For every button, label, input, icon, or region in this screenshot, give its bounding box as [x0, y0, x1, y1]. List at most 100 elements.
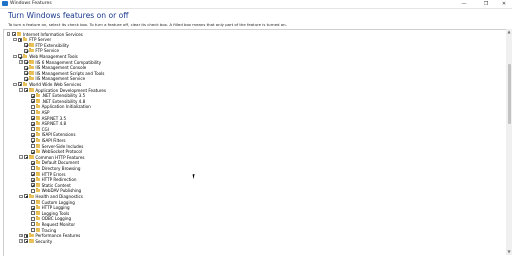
feature-checkbox[interactable]	[24, 233, 29, 238]
folder-icon	[35, 210, 40, 215]
page-title: Turn Windows features on or off	[8, 11, 129, 20]
feature-checkbox[interactable]	[24, 194, 29, 199]
features-tree: - Internet Information Services - FTP Serve…	[3, 29, 507, 256]
folder-icon	[35, 137, 40, 142]
feature-checkbox[interactable]	[24, 43, 29, 48]
folder-icon	[35, 182, 40, 187]
feature-checkbox[interactable]	[30, 110, 35, 115]
folder-icon	[29, 154, 34, 159]
folder-icon	[35, 227, 40, 232]
folder-icon	[35, 160, 40, 165]
feature-checkbox[interactable]	[30, 177, 35, 182]
folder-icon	[35, 132, 40, 137]
folder-icon	[35, 104, 40, 109]
collapse-icon[interactable]: -	[13, 37, 17, 42]
folder-icon	[23, 36, 28, 42]
feature-checkbox[interactable]	[30, 93, 35, 98]
feature-checkbox[interactable]	[24, 65, 29, 70]
folder-icon	[29, 59, 34, 64]
folder-icon	[35, 115, 40, 120]
feature-checkbox[interactable]	[18, 54, 23, 59]
feature-checkbox[interactable]	[24, 239, 29, 244]
feature-checkbox[interactable]	[24, 155, 29, 160]
minimize-button[interactable]: —	[457, 0, 471, 8]
folder-icon	[17, 31, 22, 36]
folder-icon	[35, 165, 40, 170]
folder-icon	[29, 42, 34, 47]
scrollbar-thumb[interactable]	[507, 64, 511, 124]
feature-checkbox[interactable]	[30, 160, 35, 165]
feature-checkbox[interactable]	[30, 149, 35, 154]
folder-icon	[29, 64, 34, 70]
mouse-cursor-icon	[192, 173, 198, 180]
folder-icon	[35, 171, 40, 176]
folder-icon	[35, 92, 40, 98]
scroll-up-icon[interactable]: ▲	[506, 29, 512, 35]
collapse-icon[interactable]: -	[19, 155, 23, 159]
feature-checkbox[interactable]	[24, 60, 29, 65]
folder-icon	[29, 87, 34, 92]
folder-icon	[35, 109, 40, 114]
feature-checkbox[interactable]	[30, 121, 35, 126]
folder-icon	[29, 193, 34, 198]
folder-icon	[23, 81, 28, 86]
vertical-scrollbar[interactable]: ▲ ▼	[506, 29, 512, 255]
folder-icon	[29, 48, 34, 53]
folder-icon	[35, 188, 40, 193]
feature-checkbox[interactable]	[30, 205, 35, 210]
folder-icon	[29, 238, 34, 243]
folder-icon	[35, 199, 40, 204]
feature-checkbox[interactable]	[24, 88, 29, 93]
collapse-icon[interactable]: -	[7, 32, 11, 36]
expand-icon[interactable]: +	[19, 233, 23, 238]
feature-checkbox[interactable]	[30, 116, 35, 121]
folder-icon	[29, 76, 34, 81]
folder-icon	[35, 176, 40, 182]
feature-checkbox[interactable]	[30, 104, 35, 109]
folder-icon	[35, 126, 40, 131]
feature-checkbox[interactable]	[30, 188, 35, 193]
folder-icon	[35, 204, 40, 210]
feature-checkbox[interactable]	[30, 211, 35, 216]
feature-checkbox[interactable]	[30, 132, 35, 137]
feature-checkbox[interactable]	[18, 37, 23, 42]
feature-checkbox[interactable]	[30, 127, 35, 132]
collapse-icon[interactable]: -	[19, 88, 23, 92]
folder-icon	[23, 53, 28, 58]
folder-icon	[29, 70, 34, 75]
feature-checkbox[interactable]	[24, 71, 29, 76]
folder-icon	[35, 216, 40, 221]
windows-features-icon	[2, 1, 8, 6]
collapse-icon[interactable]: -	[19, 194, 23, 199]
feature-checkbox[interactable]	[24, 76, 29, 81]
expand-icon[interactable]: +	[19, 239, 23, 243]
expand-icon[interactable]: +	[19, 60, 23, 64]
feature-checkbox[interactable]	[30, 138, 35, 143]
instructions-text: To turn a feature on, select its check b…	[8, 22, 287, 27]
folder-icon	[35, 143, 40, 148]
feature-checkbox[interactable]	[30, 166, 35, 171]
feature-checkbox[interactable]	[30, 99, 35, 104]
title-bar: Windows Features — ❐ ✕	[0, 0, 512, 9]
folder-icon	[35, 120, 40, 126]
feature-label: Security	[35, 238, 53, 244]
folder-icon	[35, 98, 40, 103]
feature-checkbox[interactable]	[30, 183, 35, 188]
feature-checkbox[interactable]	[30, 172, 35, 177]
folder-icon	[35, 148, 40, 154]
close-button[interactable]: ✕	[497, 0, 511, 8]
feature-checkbox[interactable]	[24, 48, 29, 53]
window-title: Windows Features	[10, 1, 52, 6]
scroll-down-icon[interactable]: ▼	[506, 249, 512, 255]
feature-checkbox[interactable]	[12, 32, 16, 37]
feature-checkbox[interactable]	[18, 82, 23, 87]
restore-button[interactable]: ❐	[479, 0, 493, 8]
feature-checkbox[interactable]	[30, 216, 35, 221]
feature-checkbox[interactable]	[30, 144, 35, 149]
feature-checkbox[interactable]	[30, 228, 35, 233]
folder-icon	[29, 232, 34, 238]
collapse-icon[interactable]: -	[13, 54, 17, 59]
feature-checkbox[interactable]	[30, 222, 35, 227]
collapse-icon[interactable]: -	[13, 82, 17, 87]
feature-checkbox[interactable]	[30, 200, 35, 205]
